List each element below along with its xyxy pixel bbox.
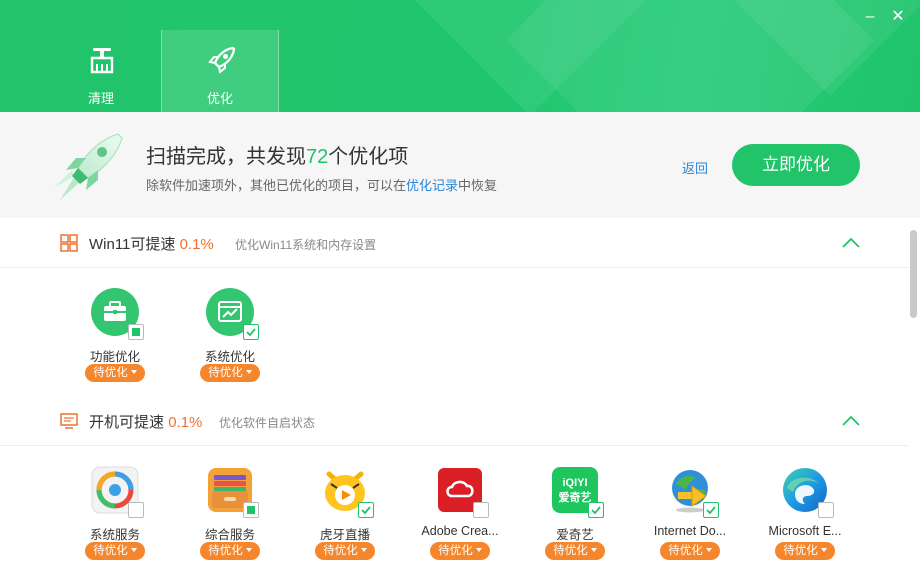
- item-checkbox[interactable]: [358, 502, 374, 518]
- status-label: 待优化: [93, 545, 128, 557]
- item-name: Internet Do...: [653, 524, 727, 538]
- minimize-button[interactable]: –: [860, 8, 880, 28]
- header-bar: 清理 优化 – ✕: [0, 0, 920, 112]
- item-system-service: 系统服务 待优化: [60, 466, 170, 580]
- optimize-history-link[interactable]: 优化记录: [406, 178, 458, 193]
- item-system-optimize: 系统优化 待优化: [175, 288, 285, 408]
- optimize-now-button[interactable]: 立即优化: [732, 144, 860, 186]
- section-percent: 0.1%: [179, 236, 214, 253]
- item-microsoft-edge: Microsoft E... 待优化: [750, 466, 860, 580]
- section-title: 开机可提速 0.1%: [89, 411, 202, 432]
- caret-down-icon: [590, 548, 597, 552]
- item-checkbox[interactable]: [473, 502, 489, 518]
- caret-down-icon: [130, 548, 137, 552]
- desc-prefix: 除软件加速项外，其他已优化的项目，可以在: [146, 178, 407, 193]
- tab-optimize[interactable]: 优化: [161, 30, 279, 112]
- scrollbar[interactable]: [908, 218, 920, 580]
- item-huya-live: 虎牙直播 待优化: [290, 466, 400, 580]
- tab-clean[interactable]: 清理: [42, 30, 160, 112]
- item-checkbox[interactable]: [128, 324, 144, 340]
- section-desc: 优化Win11系统和内存设置: [235, 238, 377, 252]
- status-dropdown[interactable]: 待优化: [315, 542, 375, 560]
- chevron-up-icon[interactable]: [840, 412, 862, 430]
- item-checkbox[interactable]: [703, 502, 719, 518]
- rocket-illustration-icon: [54, 133, 123, 200]
- item-checkbox[interactable]: [243, 324, 259, 340]
- checkmark-icon: [591, 506, 601, 515]
- rocket-icon: [208, 46, 236, 74]
- item-checkbox[interactable]: [243, 502, 259, 518]
- iqiyi-icon-text-bottom: 爱奇艺: [559, 490, 592, 504]
- item-internet-download-manager: Internet Do... 待优化: [635, 466, 745, 580]
- item-name: Adobe Crea...: [421, 524, 499, 538]
- item-integrated-service: 综合服务 待优化: [175, 466, 285, 580]
- title-suffix: 个优化项: [328, 146, 409, 168]
- item-name: Microsoft E...: [768, 524, 842, 538]
- item-name: 系统服务: [89, 528, 140, 542]
- section-title-text: 开机可提速: [89, 414, 165, 431]
- caret-down-icon: [245, 370, 252, 374]
- section-title: Win11可提速 0.1%: [89, 233, 214, 254]
- status-label: 待优化: [208, 545, 243, 557]
- status-dropdown[interactable]: 待优化: [430, 542, 490, 560]
- caret-down-icon: [475, 548, 482, 552]
- item-name: 爱奇艺: [556, 528, 594, 542]
- item-name: 功能优化: [89, 350, 140, 364]
- iqiyi-icon-text-top: iQIYI: [562, 477, 587, 489]
- issue-count: 72: [306, 146, 329, 168]
- chevron-up-icon[interactable]: [840, 234, 862, 252]
- status-dropdown[interactable]: 待优化: [545, 542, 605, 560]
- scan-result-desc: 除软件加速项外，其他已优化的项目，可以在优化记录中恢复: [146, 175, 497, 194]
- item-iqiyi: iQIYI 爱奇艺 爱奇艺 待优化: [520, 466, 630, 580]
- checkmark-icon: [361, 506, 371, 515]
- back-link[interactable]: 返回: [682, 158, 708, 177]
- checkmark-icon: [706, 506, 716, 515]
- status-label: 待优化: [208, 367, 243, 379]
- item-checkbox[interactable]: [588, 502, 604, 518]
- caret-down-icon: [130, 370, 137, 374]
- desc-suffix: 中恢复: [458, 178, 498, 193]
- status-dropdown[interactable]: 待优化: [775, 542, 835, 560]
- item-checkbox[interactable]: [128, 502, 144, 518]
- section-title-text: Win11可提速: [89, 236, 176, 253]
- item-name: 系统优化: [204, 350, 255, 364]
- status-label: 待优化: [93, 367, 128, 379]
- section-win11-header: Win11可提速 0.1% 优化Win11系统和内存设置: [0, 218, 908, 268]
- caret-down-icon: [705, 548, 712, 552]
- item-name: 虎牙直播: [319, 528, 370, 542]
- status-label: 待优化: [553, 545, 588, 557]
- status-dropdown[interactable]: 待优化: [85, 542, 145, 560]
- scan-result-title: 扫描完成，共发现72个优化项: [146, 140, 408, 169]
- scan-summary: 扫描完成，共发现72个优化项 除软件加速项外，其他已优化的项目，可以在优化记录中…: [0, 112, 920, 218]
- status-dropdown[interactable]: 待优化: [660, 542, 720, 560]
- tab-optimize-label: 优化: [206, 91, 233, 106]
- item-name: 综合服务: [204, 528, 255, 542]
- section-startup-header: 开机可提速 0.1% 优化软件自启状态: [0, 396, 908, 446]
- item-checkbox[interactable]: [818, 502, 834, 518]
- windows-logo-icon: [60, 234, 78, 252]
- caret-down-icon: [820, 548, 827, 552]
- item-feature-optimize: 功能优化 待优化: [60, 288, 170, 408]
- app-window: 清理 优化 – ✕ 扫描完成，共发现72个优化项 除软件加速项外，其他已优化的项…: [0, 0, 920, 580]
- broom-icon: [90, 48, 114, 74]
- item-adobe-creative-cloud: Adobe Crea... 待优化: [405, 466, 515, 580]
- status-dropdown[interactable]: 待优化: [85, 364, 145, 382]
- caret-down-icon: [245, 548, 252, 552]
- tab-clean-label: 清理: [87, 91, 114, 106]
- status-label: 待优化: [783, 545, 818, 557]
- status-dropdown[interactable]: 待优化: [200, 364, 260, 382]
- section-percent: 0.1%: [168, 414, 203, 431]
- close-button[interactable]: ✕: [888, 8, 908, 28]
- status-label: 待优化: [438, 545, 473, 557]
- checkmark-icon: [246, 328, 256, 337]
- status-label: 待优化: [668, 545, 703, 557]
- status-label: 待优化: [323, 545, 358, 557]
- monitor-icon: [60, 413, 78, 429]
- scrollbar-thumb[interactable]: [910, 230, 917, 318]
- status-dropdown[interactable]: 待优化: [200, 542, 260, 560]
- caret-down-icon: [360, 548, 367, 552]
- section-desc: 优化软件自启状态: [219, 416, 316, 430]
- optimize-list: Win11可提速 0.1% 优化Win11系统和内存设置 功能优化 待优化 系统…: [0, 218, 908, 580]
- title-prefix: 扫描完成，共发现: [146, 146, 306, 168]
